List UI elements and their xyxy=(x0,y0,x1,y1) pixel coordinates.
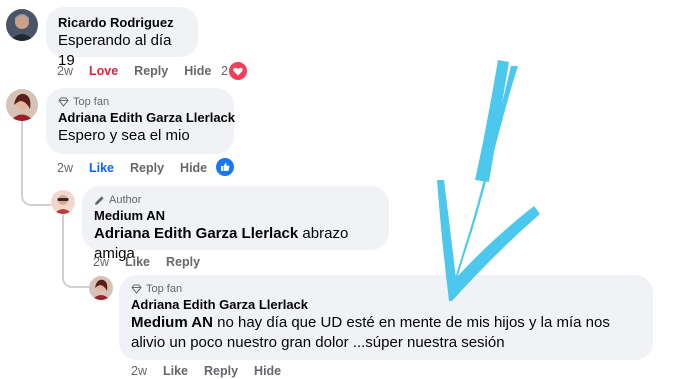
comment-author[interactable]: Adriana Edith Garza Llerlack xyxy=(58,109,235,126)
reply-button[interactable]: Reply xyxy=(130,161,164,175)
mention-link[interactable]: Adriana Edith Garza Llerlack xyxy=(94,225,298,242)
diamond-icon xyxy=(131,284,142,294)
comment-bubble-1: Ricardo Rodriguez Esperando al día 19 xyxy=(46,7,198,69)
like-button[interactable]: Like xyxy=(125,255,150,269)
reply-button[interactable]: Reply xyxy=(134,64,168,78)
avatar-ricardo[interactable] xyxy=(6,9,38,41)
reply-button[interactable]: Reply xyxy=(204,364,238,378)
diamond-icon xyxy=(58,97,69,107)
pencil-icon xyxy=(95,195,104,205)
hide-button[interactable]: Hide xyxy=(254,364,281,378)
comment-author[interactable]: Ricardo Rodriguez xyxy=(58,14,186,31)
comment-author[interactable]: Medium AN xyxy=(94,207,377,224)
comment-actions-3: 2w Like Reply xyxy=(93,255,216,269)
reaction-summary-1[interactable]: 2 xyxy=(221,62,247,80)
top-fan-badge: Top fan xyxy=(131,282,641,296)
timestamp[interactable]: 2w xyxy=(93,255,109,269)
love-button[interactable]: Love xyxy=(89,64,118,78)
comment-bubble-4: Top fan Adriana Edith Garza Llerlack Med… xyxy=(119,275,653,360)
badge-label: Top fan xyxy=(146,283,183,295)
heart-icon xyxy=(228,62,247,80)
thumbs-up-icon xyxy=(216,158,234,176)
hide-button[interactable]: Hide xyxy=(184,64,211,78)
avatar-adriana-reply[interactable] xyxy=(89,276,113,300)
comment-author[interactable]: Adriana Edith Garza Llerlack xyxy=(131,296,641,313)
avatar-adriana[interactable] xyxy=(6,89,38,121)
comment-actions-4: 2w Like Reply Hide xyxy=(131,364,297,378)
comment-actions-1: 2w Love Reply Hide xyxy=(57,64,227,78)
comment-bubble-3: Author Medium AN Adriana Edith Garza Lle… xyxy=(82,186,389,262)
reaction-summary-2[interactable] xyxy=(216,158,234,176)
author-badge: Author xyxy=(94,193,377,207)
avatar-medium-an[interactable] xyxy=(51,190,75,214)
top-fan-badge: Top fan xyxy=(58,95,222,109)
timestamp[interactable]: 2w xyxy=(57,64,73,78)
badge-label: Top fan xyxy=(73,96,110,108)
like-button[interactable]: Like xyxy=(89,161,114,175)
comment-actions-2: 2w Like Reply Hide xyxy=(57,161,223,175)
hide-button[interactable]: Hide xyxy=(180,161,207,175)
timestamp[interactable]: 2w xyxy=(57,161,73,175)
comment-text: Espero y sea el mio xyxy=(58,127,190,144)
comment-bubble-2: Top fan Adriana Edith Garza Llerlack Esp… xyxy=(46,88,235,154)
reaction-count: 2 xyxy=(221,64,228,78)
badge-label: Author xyxy=(109,194,142,206)
like-button[interactable]: Like xyxy=(163,364,188,378)
comment-text: Medium AN no hay día que UD esté en ment… xyxy=(131,313,641,353)
mention-link[interactable]: Medium AN xyxy=(131,314,213,331)
reply-button[interactable]: Reply xyxy=(166,255,200,269)
timestamp[interactable]: 2w xyxy=(131,364,147,378)
